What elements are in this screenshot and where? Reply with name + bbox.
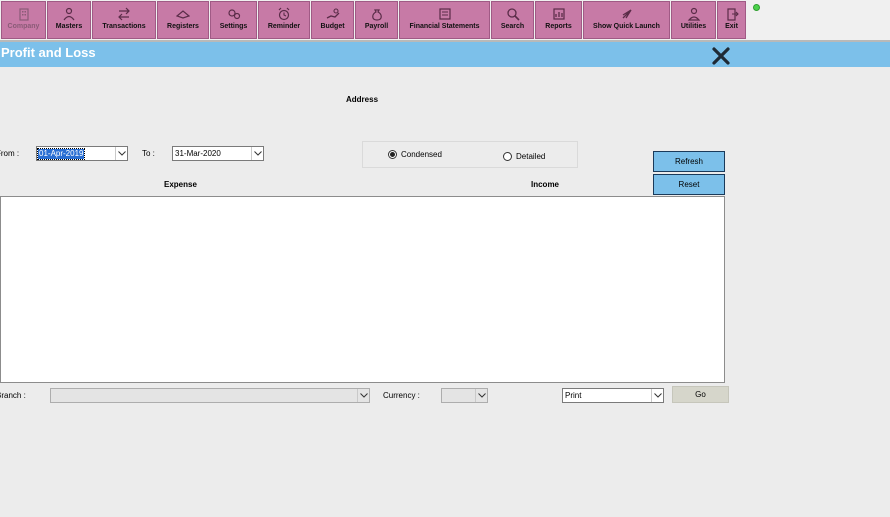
- currency-label: Currency :: [383, 391, 420, 400]
- company-icon: [17, 7, 31, 21]
- utilities-icon: [687, 7, 701, 21]
- toolbar-budget-button[interactable]: Budget: [311, 1, 354, 39]
- branch-label: Branch :: [0, 391, 26, 400]
- toolbar-payroll-button[interactable]: Payroll: [355, 1, 398, 39]
- toolbar-reports-button[interactable]: Reports: [535, 1, 582, 39]
- print-value: Print: [565, 391, 582, 400]
- profit-loss-grid[interactable]: [0, 196, 725, 383]
- reports-icon: [552, 7, 566, 21]
- status-indicator-dot: [753, 4, 760, 11]
- address-label: Address: [346, 95, 379, 104]
- view-mode-group: Condensed Detailed: [362, 141, 578, 168]
- toolbar-masters-button[interactable]: Masters: [47, 1, 91, 39]
- budget-icon: [326, 7, 340, 21]
- toolbar-company-label: Company: [7, 23, 40, 30]
- from-date-value: 01-Apr-2019: [36, 148, 86, 160]
- toolbar-exit-label: Exit: [725, 23, 738, 30]
- branch-select[interactable]: [50, 388, 370, 403]
- toolbar-search-label: Search: [500, 23, 525, 30]
- chevron-down-icon[interactable]: [651, 389, 663, 402]
- income-column-header: Income: [531, 180, 560, 189]
- toolbar-settings-label: Settings: [219, 23, 248, 30]
- refresh-button[interactable]: Refresh: [653, 151, 725, 172]
- window-titlebar: Profit and Loss: [0, 42, 890, 67]
- condensed-label: Condensed: [401, 150, 442, 159]
- toolbar-registers-label: Registers: [167, 23, 199, 30]
- detailed-label: Detailed: [516, 152, 546, 161]
- settings-icon: [227, 7, 241, 21]
- print-select[interactable]: Print: [562, 388, 664, 403]
- currency-select[interactable]: [441, 388, 488, 403]
- expense-column-header: Expense: [164, 180, 197, 189]
- condensed-radio[interactable]: Condensed: [388, 150, 442, 159]
- toolbar-payroll-label: Payroll: [364, 23, 389, 30]
- registers-icon: [176, 7, 190, 21]
- toolbar-settings-button[interactable]: Settings: [210, 1, 257, 39]
- close-icon[interactable]: [710, 46, 732, 66]
- from-label: From :: [0, 149, 20, 158]
- toolbar-show-quick-launch-button[interactable]: Show Quick Launch: [583, 1, 670, 39]
- toolbar-masters-label: Masters: [55, 23, 83, 30]
- toolbar-company-button[interactable]: Company: [1, 1, 46, 39]
- radio-unselected-icon: [503, 152, 512, 161]
- masters-icon: [62, 7, 76, 21]
- toolbar-transactions-button[interactable]: Transactions: [92, 1, 156, 39]
- toolbar-utilities-label: Utilities: [680, 23, 707, 30]
- to-date-picker[interactable]: 31-Mar-2020: [172, 146, 264, 161]
- toolbar-reminder-button[interactable]: Reminder: [258, 1, 310, 39]
- toolbar-exit-button[interactable]: Exit: [717, 1, 746, 39]
- toolbar-reminder-label: Reminder: [267, 23, 301, 30]
- statements-icon: [438, 7, 452, 21]
- toolbar-utilities-button[interactable]: Utilities: [671, 1, 716, 39]
- chevron-down-icon[interactable]: [475, 389, 487, 402]
- to-date-value: 31-Mar-2020: [175, 149, 221, 158]
- rocket-icon: [620, 7, 634, 21]
- main-toolbar: Company Masters Transactions Registers S…: [0, 0, 890, 40]
- toolbar-transactions-label: Transactions: [102, 23, 146, 30]
- radio-selected-icon: [388, 150, 397, 159]
- toolbar-financial-statements-button[interactable]: Financial Statements: [399, 1, 490, 39]
- chevron-down-icon[interactable]: [251, 147, 263, 160]
- alarm-clock-icon: [277, 7, 291, 21]
- go-button[interactable]: Go: [672, 386, 729, 403]
- toolbar-reports-label: Reports: [545, 23, 572, 30]
- toolbar-budget-label: Budget: [320, 23, 345, 30]
- to-label: To :: [142, 149, 155, 158]
- chevron-down-icon[interactable]: [115, 147, 127, 160]
- money-bag-icon: [370, 7, 384, 21]
- toolbar-financial-statements-label: Financial Statements: [409, 23, 480, 30]
- transactions-icon: [117, 7, 131, 21]
- from-date-picker[interactable]: 01-Apr-2019: [36, 146, 128, 161]
- search-icon: [506, 7, 520, 21]
- chevron-down-icon[interactable]: [357, 389, 369, 402]
- toolbar-search-button[interactable]: Search: [491, 1, 534, 39]
- exit-icon: [725, 7, 739, 21]
- reset-button[interactable]: Reset: [653, 174, 725, 195]
- window-title: Profit and Loss: [1, 45, 96, 60]
- toolbar-registers-button[interactable]: Registers: [157, 1, 209, 39]
- toolbar-show-quick-launch-label: Show Quick Launch: [593, 23, 660, 30]
- detailed-radio[interactable]: Detailed: [503, 152, 545, 161]
